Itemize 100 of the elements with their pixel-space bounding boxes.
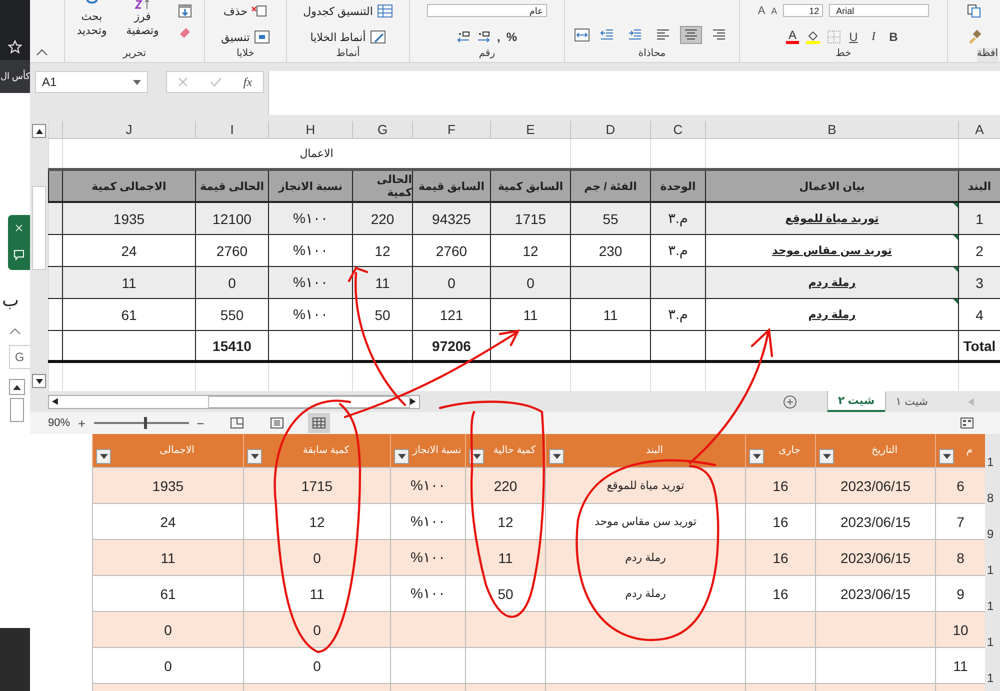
- column-header[interactable]: B: [705, 121, 958, 138]
- filter-button[interactable]: [247, 449, 262, 464]
- zoom-out-button[interactable]: −: [196, 416, 204, 430]
- column-header[interactable]: E: [490, 121, 570, 138]
- delete-cells-button[interactable]: حذف: [224, 4, 268, 18]
- table-cell: 10: [952, 622, 968, 638]
- comment-indicator-icon: [953, 267, 958, 272]
- add-sheet-icon[interactable]: [782, 394, 797, 408]
- column-header[interactable]: C: [650, 121, 705, 138]
- table-cell: 2023/06/15: [840, 478, 911, 494]
- copy-icon[interactable]: [967, 4, 981, 18]
- side-tab[interactable]: [8, 215, 30, 270]
- format-cells-button[interactable]: تنسيق: [221, 30, 270, 44]
- fill-down-icon[interactable]: [178, 4, 192, 18]
- filter-button[interactable]: [819, 449, 834, 464]
- find-select-button[interactable]: بحث وتحديد: [76, 0, 107, 38]
- check-icon[interactable]: [210, 77, 222, 87]
- table-cell: م.٣: [668, 242, 688, 259]
- scrollbar-thumb[interactable]: [208, 396, 410, 408]
- insert-function-button[interactable]: fx: [243, 74, 252, 90]
- arrow-down-icon: [36, 378, 42, 384]
- table-cell: 1715: [301, 478, 333, 494]
- group-label: أنماط: [336, 48, 360, 61]
- scroll-down-button[interactable]: [32, 374, 46, 388]
- formula-input[interactable]: [268, 71, 1000, 115]
- underline-button[interactable]: U: [846, 30, 860, 44]
- font-color-button[interactable]: A: [786, 29, 798, 44]
- column-header[interactable]: H: [268, 121, 352, 138]
- horizontal-scrollbar[interactable]: [48, 394, 420, 408]
- scrollbar-thumb[interactable]: [10, 398, 24, 422]
- column-header[interactable]: D: [570, 121, 650, 138]
- chevron-up-icon[interactable]: [9, 327, 21, 335]
- shrink-font-button[interactable]: A: [771, 6, 778, 16]
- format-as-table-button[interactable]: التنسيق كجدول: [303, 4, 393, 18]
- comma-style-button[interactable]: ,: [496, 30, 500, 44]
- decimal-decrease-icon[interactable]: [476, 30, 491, 43]
- bold-button[interactable]: B: [886, 30, 900, 44]
- caret-down-icon: [752, 454, 760, 459]
- normal-view-button[interactable]: [308, 413, 330, 433]
- column-header[interactable]: G: [352, 121, 412, 138]
- table-cell: توريد مياة للموقع: [785, 212, 879, 225]
- zoom-in-button[interactable]: +: [78, 416, 86, 430]
- filter-button[interactable]: [394, 449, 409, 464]
- grow-font-button[interactable]: A: [758, 4, 766, 16]
- panel-heading: ب: [2, 290, 19, 311]
- percent-style-button[interactable]: %: [506, 30, 517, 44]
- number-format-field[interactable]: عام: [427, 4, 547, 18]
- scrollbar-thumb[interactable]: [32, 186, 46, 270]
- merge-cells-icon[interactable]: [574, 28, 590, 42]
- star-icon[interactable]: [8, 40, 22, 54]
- sort-filter-button[interactable]: فرز وتصفية: [126, 0, 159, 38]
- table-cell: 11: [523, 306, 538, 322]
- caret-down-icon: [100, 454, 108, 459]
- table-cell: 12100: [212, 210, 252, 226]
- table-cell: 0: [313, 622, 321, 638]
- column-header: التاريخ: [872, 445, 898, 456]
- filter-button[interactable]: [939, 449, 954, 464]
- caret-down-icon: [822, 454, 830, 459]
- zoom-slider-thumb[interactable]: [144, 417, 147, 429]
- table-cell: 24: [160, 514, 176, 530]
- display-settings-icon[interactable]: [960, 417, 974, 429]
- brush-icon[interactable]: [967, 30, 981, 44]
- table-cell: 12: [498, 514, 514, 530]
- column-header[interactable]: A: [958, 121, 1000, 138]
- table-cell: 16: [772, 586, 788, 602]
- filter-button[interactable]: [549, 449, 564, 464]
- align-center-button[interactable]: [680, 26, 702, 44]
- scroll-left-icon[interactable]: [52, 398, 58, 405]
- table-cell: 9: [956, 586, 964, 602]
- italic-button[interactable]: I: [866, 29, 880, 44]
- column-header: جارى: [778, 445, 800, 456]
- page-break-view-icon[interactable]: [230, 417, 244, 429]
- column-header: الاجمالى: [160, 445, 194, 456]
- page-layout-view-icon[interactable]: [270, 417, 284, 429]
- close-icon[interactable]: [15, 224, 23, 232]
- decimal-increase-icon[interactable]: [456, 30, 471, 43]
- scroll-up-button[interactable]: [32, 124, 46, 138]
- zoom-percent[interactable]: 90%: [48, 417, 72, 429]
- filter-button[interactable]: [96, 449, 111, 464]
- comment-icon[interactable]: [13, 249, 25, 262]
- table-cell: 16: [772, 550, 788, 566]
- fill-color-icon[interactable]: [804, 30, 820, 44]
- table-cell: 2: [976, 242, 984, 258]
- comment-indicator-icon: [953, 235, 958, 240]
- bookmark-label[interactable]: كأس ال: [0, 71, 30, 82]
- font-name-field[interactable]: Arial: [829, 4, 930, 17]
- vertical-scrollbar[interactable]: [30, 121, 48, 391]
- cell-styles-button[interactable]: أنماط الخلايا: [310, 30, 386, 44]
- filter-button[interactable]: [749, 449, 764, 464]
- sheet-tab[interactable]: شيت ٢: [826, 391, 885, 412]
- collapse-ribbon-icon[interactable]: [36, 49, 48, 56]
- column-header[interactable]: J: [62, 121, 195, 138]
- name-box[interactable]: A1: [35, 71, 148, 93]
- group-label: افظة: [976, 48, 998, 62]
- group-label: خلايا: [236, 48, 254, 61]
- eraser-icon[interactable]: [178, 26, 192, 38]
- column-header[interactable]: F: [412, 121, 490, 138]
- column-header[interactable]: I: [195, 121, 268, 138]
- scroll-up-button[interactable]: [9, 379, 25, 395]
- font-size-field[interactable]: 12: [783, 4, 824, 17]
